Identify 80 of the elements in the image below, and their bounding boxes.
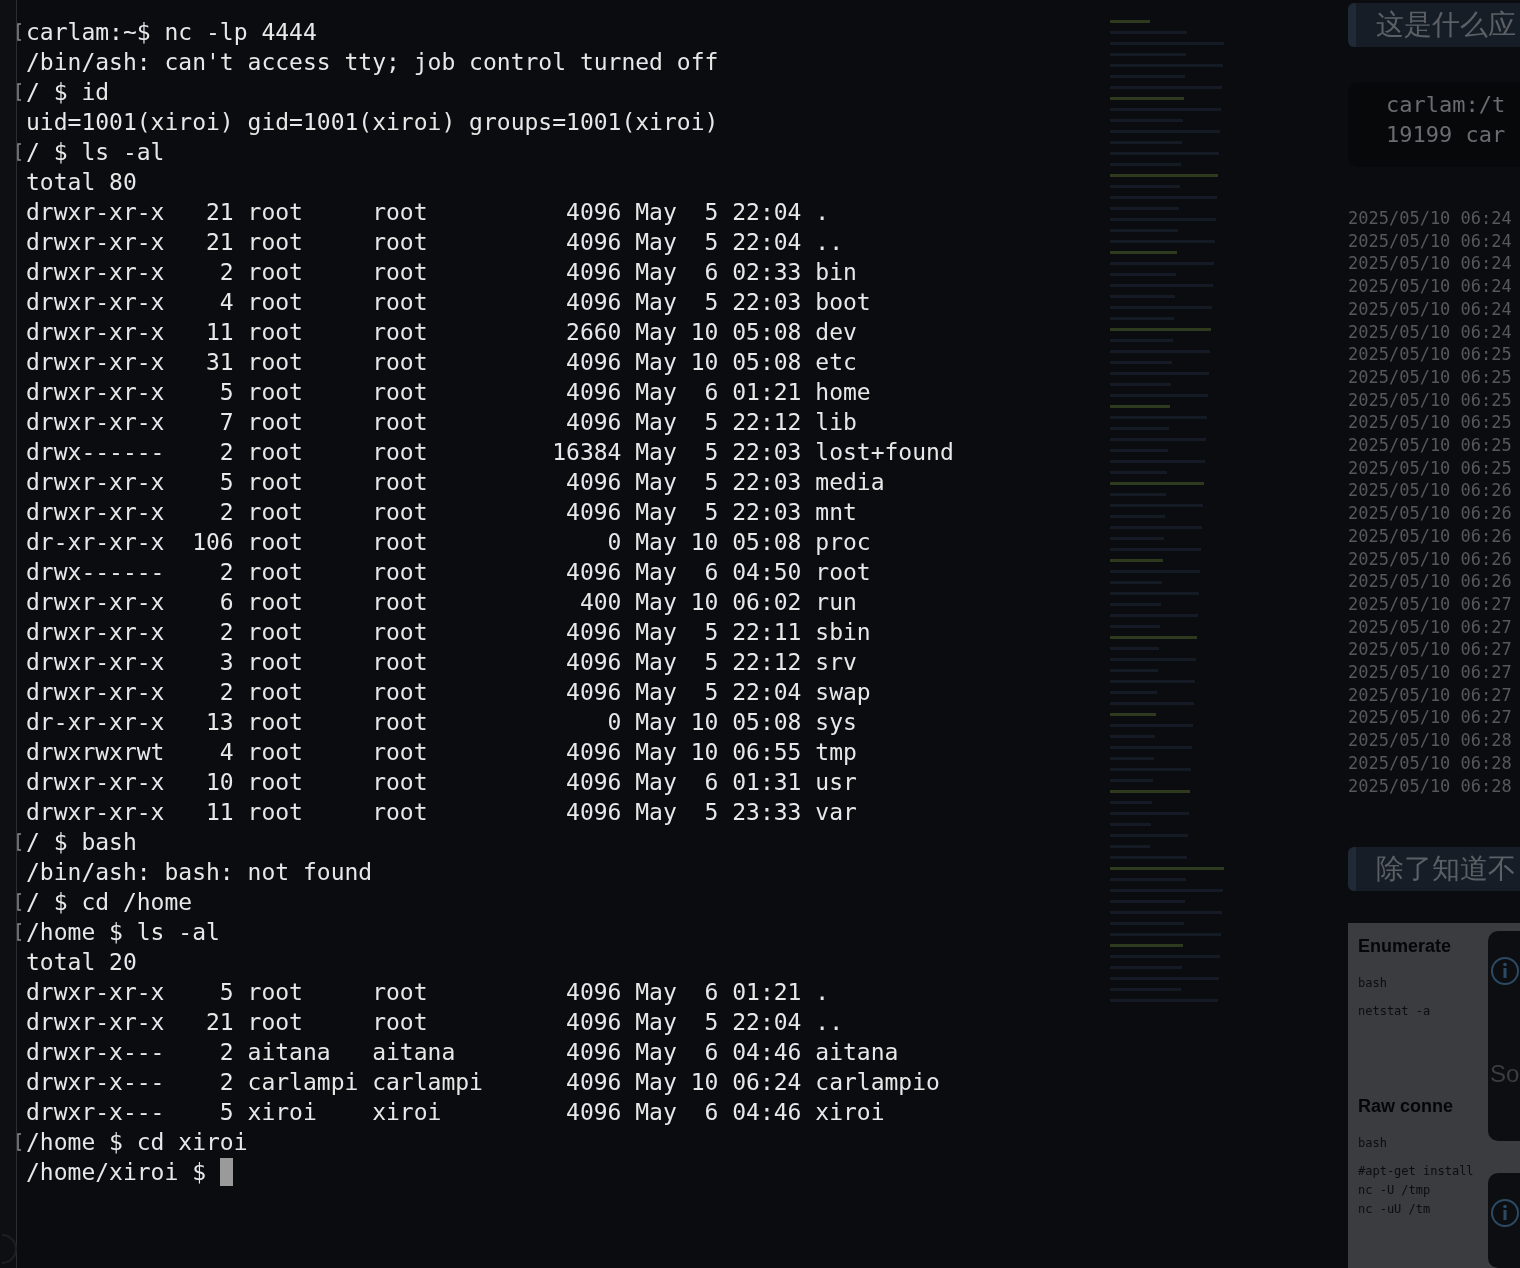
output-line: total 20 [26, 948, 137, 977]
output-line: drwxr-xr-x 21 root root 4096 May 5 22:04 .. [26, 228, 843, 257]
timestamp: 2025/05/10 06:26 [1348, 547, 1513, 571]
command-line: /home $ cd xiroi [26, 1128, 248, 1157]
output-line: drwxr-xr-x 21 root root 4096 May 5 22:04 . [26, 198, 830, 227]
timestamp: 2025/05/10 06:25 [1348, 388, 1513, 412]
timestamp: 2025/05/10 06:25 [1348, 343, 1513, 366]
note-heading: 除了知道不 [1376, 852, 1516, 887]
output-line: drwxr-xr-x 6 root root 400 May 10 06:02 run [26, 588, 857, 617]
output-line: dr-xr-xr-x 13 root root 0 May 10 05:08 sys [26, 708, 857, 737]
output-line: drwxr-xr-x 11 root root 2660 May 10 05:08 dev [26, 318, 857, 347]
timestamp: 2025/05/10 06:27 [1348, 638, 1513, 662]
prompt-mark-icon [17, 1133, 22, 1151]
terminal-text: 19199 car [1386, 121, 1506, 149]
timestamp: 2025/05/10 06:27 [1348, 683, 1513, 707]
timestamp: 2025/05/10 06:25 [1348, 434, 1513, 457]
prompt-mark-icon [17, 143, 22, 161]
output-line: drwxr-xr-x 31 root root 4096 May 10 05:08 etc [26, 348, 857, 377]
output-line: drwxr-xr-x 10 root root 4096 May 6 01:31 usr [26, 768, 857, 797]
timestamp: 2025/05/10 06:24 [1348, 229, 1513, 253]
timestamp: 2025/05/10 06:25 [1348, 456, 1513, 480]
output-line: total 80 [26, 168, 137, 197]
output-line: drwxr-x--- 2 carlampi carlampi 4096 May 10 06:24 carlampio [26, 1068, 940, 1097]
timestamp: 2025/05/10 06:24 [1348, 320, 1513, 344]
command-line: / $ ls -al [26, 138, 165, 167]
timestamp: 2025/05/10 06:24 [1348, 207, 1513, 230]
output-line: /home/xiroi $ [26, 1158, 207, 1187]
output-line: drwxrwxrwt 4 root root 4096 May 10 06:55 tmp [26, 738, 857, 767]
output-line: drwxr-x--- 2 aitana aitana 4096 May 6 04:46 aitana [26, 1038, 899, 1067]
command-line: / $ bash [26, 828, 137, 857]
output-line: drwxr-xr-x 2 root root 4096 May 5 22:11 sbin [26, 618, 871, 647]
info-icon [1490, 1198, 1520, 1229]
timestamp: 2025/05/10 06:27 [1348, 592, 1513, 616]
output-line: /bin/ash: bash: not found [26, 858, 373, 887]
timestamp: 2025/05/10 06:24 [1348, 275, 1513, 298]
command-line: / $ id [26, 78, 110, 107]
timestamp: 2025/05/10 06:28 [1348, 729, 1513, 752]
timestamp: 2025/05/10 06:27 [1348, 706, 1513, 730]
output-line: /bin/ash: can't access tty; job control turned off [26, 48, 719, 77]
output-line: drwxr-xr-x 2 root root 4096 May 5 22:04 swap [26, 678, 871, 707]
timestamp: 2025/05/10 06:27 [1348, 661, 1513, 684]
timestamp: 2025/05/10 06:28 [1348, 774, 1513, 798]
output-line: drwx------ 2 root root 4096 May 6 04:50 root [26, 558, 871, 587]
timestamp: 2025/05/10 06:27 [1348, 615, 1513, 639]
timestamp: 2025/05/10 06:24 [1348, 252, 1513, 276]
output-line: uid=1001(xiroi) gid=1001(xiroi) groups=1001(xiroi) [26, 108, 719, 137]
timestamp: 2025/05/10 06:28 [1348, 751, 1513, 775]
timestamp: 2025/05/10 06:26 [1348, 502, 1513, 525]
output-line: drwxr-xr-x 4 root root 4096 May 5 22:03 boot [26, 288, 871, 317]
prompt-mark-icon [17, 923, 22, 941]
prompt-mark-icon [17, 833, 22, 851]
prompt-mark-icon [17, 23, 22, 41]
info-icon [1490, 956, 1520, 987]
timestamp: 2025/05/10 06:25 [1348, 411, 1513, 435]
output-line: dr-xr-xr-x 106 root root 0 May 10 05:08 proc [26, 528, 871, 557]
output-line: drwxr-xr-x 3 root root 4096 May 5 22:12 srv [26, 648, 857, 677]
output-line: drwxr-x--- 5 xiroi xiroi 4096 May 6 04:46 xiroi [26, 1098, 885, 1127]
timestamp: 2025/05/10 06:26 [1348, 524, 1513, 548]
output-line: drwxr-xr-x 2 root root 4096 May 5 22:03 mnt [26, 498, 857, 527]
section-heading: Raw conne [1358, 1095, 1455, 1119]
timestamp: 2025/05/10 06:26 [1348, 570, 1513, 593]
output-line: drwxr-xr-x 5 root root 4096 May 6 01:21 home [26, 378, 871, 407]
timestamp: 2025/05/10 06:25 [1348, 365, 1513, 389]
section-heading: Enumerate [1358, 935, 1453, 959]
output-line: drwxr-xr-x 11 root root 4096 May 5 23:33 var [26, 798, 857, 827]
prompt-mark-icon [17, 83, 22, 101]
timestamp: 2025/05/10 06:24 [1348, 297, 1513, 321]
output-line: drwxr-xr-x 5 root root 4096 May 5 22:03 media [26, 468, 885, 497]
note-heading: 这是什么应 [1376, 8, 1516, 42]
timestamp: 2025/05/10 06:26 [1348, 479, 1513, 503]
output-line: drwxr-xr-x 5 root root 4096 May 6 01:21 . [26, 978, 830, 1007]
output-line: drwxr-xr-x 2 root root 4096 May 6 02:33 bin [26, 258, 857, 287]
terminal-text: carlam:/t [1386, 91, 1506, 119]
output-line: drwxr-xr-x 7 root root 4096 May 5 22:12 lib [26, 408, 857, 437]
output-line: drwx------ 2 root root 16384 May 5 22:03 lost+found [26, 438, 954, 467]
command-line: / $ cd /home [26, 888, 193, 917]
command-line: /home $ ls -al [26, 918, 220, 947]
prompt-mark-icon [17, 893, 22, 911]
output-line: drwxr-xr-x 21 root root 4096 May 5 22:04 .. [26, 1008, 843, 1037]
command-line: carlam:~$ nc -lp 4444 [26, 18, 317, 47]
